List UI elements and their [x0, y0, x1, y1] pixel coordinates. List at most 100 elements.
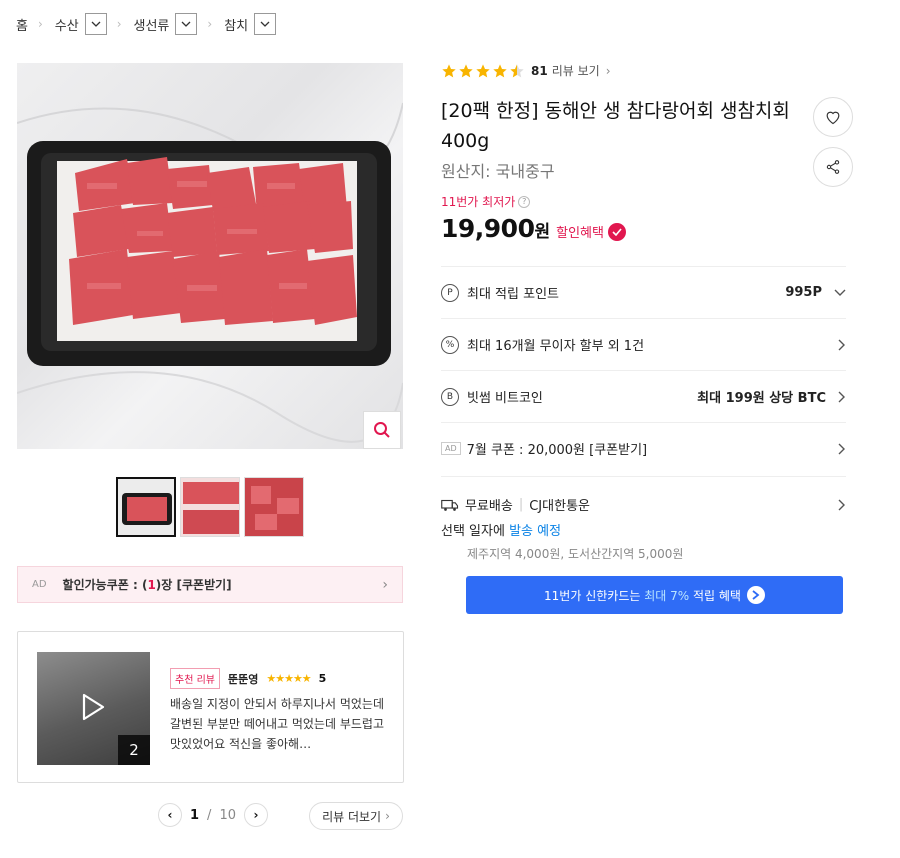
card-promo-banner[interactable]: 11번가 신한카드는 최대 7% 적립 혜택	[466, 576, 843, 614]
bitcoin-value: 최대 199원 상당 BTC	[697, 391, 826, 406]
breadcrumb-fish-label[interactable]: 생선류	[134, 15, 170, 34]
breadcrumb-fish[interactable]: 생선류	[134, 13, 198, 35]
origin-label: 원산지:	[441, 162, 491, 181]
point-icon: P	[441, 283, 459, 302]
reviewer-name: 뚠뚠영	[227, 672, 259, 686]
pager-current: 1	[190, 807, 200, 823]
question-icon[interactable]: ?	[518, 195, 531, 208]
review-link-label[interactable]: 리뷰 보기	[552, 62, 600, 79]
breadcrumb-home-label[interactable]: 홈	[16, 15, 28, 34]
review-video-thumbnail[interactable]: 2	[37, 652, 150, 765]
pager-separator: /	[207, 807, 212, 823]
review-card[interactable]: 2 추천 리뷰 뚠뚠영 ★★★★★ 5 배송일 지정이 안되서 하루지나서 먹었…	[17, 631, 404, 783]
chevron-right-icon	[838, 391, 845, 402]
points-label: 최대 적립 포인트	[467, 287, 559, 302]
card-promo-prefix: 11번가 신한카드는	[544, 588, 645, 603]
zoom-button[interactable]	[363, 411, 401, 449]
price: 19,900	[441, 214, 535, 243]
origin-value: 국내중구	[495, 162, 555, 181]
half-star-icon	[510, 63, 524, 77]
breadcrumb-seafood-label[interactable]: 수산	[55, 15, 79, 34]
ad-tag: AD	[441, 442, 461, 455]
coupon-text-suffix: )장 [쿠폰받기]	[155, 578, 232, 592]
coupon-banner[interactable]: AD 할인가능쿠폰 : (1)장 [쿠폰받기] ›	[17, 566, 403, 603]
chevron-right-icon: ›	[116, 17, 122, 31]
share-icon	[826, 160, 840, 174]
bitcoin-label: 빗썸 비트코인	[467, 391, 543, 406]
chevron-down-icon[interactable]	[84, 13, 107, 35]
recommended-badge: 추천 리뷰	[170, 668, 220, 689]
chevron-right-icon: ›	[605, 63, 611, 78]
chevron-right-icon	[838, 339, 845, 350]
chevron-right-icon: ›	[37, 17, 43, 31]
breadcrumb: 홈 › 수산 › 생선류 › 참치	[16, 12, 277, 36]
pager-total: 10	[219, 807, 236, 823]
percent-icon: %	[441, 335, 459, 354]
shipping-extra-fee: 제주지역 4,000원, 도서산간지역 5,000원	[467, 547, 684, 561]
thumbnail-2[interactable]	[180, 477, 240, 537]
arrow-right-icon	[746, 586, 765, 604]
check-icon	[607, 222, 626, 241]
shipping-info[interactable]: 무료배송 | CJ대한통운 선택 일자에 발송 예정 제주지역 4,000원, …	[441, 476, 846, 562]
breadcrumb-seafood[interactable]: 수산	[55, 13, 107, 35]
card-promo-suffix: 적립 혜택	[689, 588, 741, 603]
free-shipping-label: 무료배송	[465, 499, 513, 514]
rating-row[interactable]: 81 리뷰 보기 ›	[441, 62, 611, 79]
points-value: 995P	[785, 285, 822, 300]
review-pager: ‹ 1 / 10 ›	[158, 803, 268, 827]
review-count: 81	[531, 63, 548, 78]
coupon-label: 7월 쿠폰 : 20,000원 [쿠폰받기]	[466, 443, 648, 458]
chevron-right-icon	[838, 499, 845, 510]
tuna-tray-illustration	[17, 102, 403, 443]
info-row-points[interactable]: P 최대 적립 포인트 995P	[441, 266, 846, 318]
info-row-installment[interactable]: % 최대 16개월 무이자 할부 외 1건	[441, 318, 846, 370]
more-reviews-button[interactable]: 리뷰 더보기 ›	[309, 802, 403, 830]
thumbnail-1[interactable]	[116, 477, 176, 537]
thumbnail-strip	[116, 477, 304, 537]
breadcrumb-tuna[interactable]: 참치	[224, 13, 277, 35]
chevron-right-icon	[838, 443, 845, 454]
coupon-count: 1	[147, 578, 156, 592]
review-header: 추천 리뷰 뚠뚠영 ★★★★★ 5	[170, 668, 326, 689]
thumbnail-3[interactable]	[244, 477, 304, 537]
schedule-prefix: 선택 일자에	[441, 524, 510, 539]
chevron-right-icon: ›	[382, 576, 388, 593]
share-button[interactable]	[813, 147, 853, 187]
courier-name: CJ대한통운	[529, 499, 590, 514]
star-icon	[493, 63, 507, 77]
breadcrumb-home[interactable]: 홈	[16, 15, 28, 34]
chevron-down-icon[interactable]	[175, 13, 198, 35]
star-icon	[442, 63, 456, 77]
product-title: [20팩 한정] 동해안 생 참다랑어회 생참치회 400g	[441, 100, 790, 152]
search-icon	[374, 422, 390, 438]
card-promo-highlight: 최대 7%	[644, 588, 690, 603]
info-row-bitcoin[interactable]: B 빗썸 비트코인 최대 199원 상당 BTC	[441, 370, 846, 422]
bitcoin-icon: B	[441, 387, 459, 406]
pager-next-button[interactable]: ›	[243, 803, 268, 827]
video-count-badge: 2	[118, 735, 150, 765]
ad-tag: AD	[32, 579, 47, 590]
installment-label: 최대 16개월 무이자 할부 외 1건	[467, 339, 645, 354]
more-reviews-label: 리뷰 더보기	[322, 809, 382, 824]
chevron-down-icon[interactable]	[254, 13, 277, 35]
breadcrumb-tuna-label[interactable]: 참치	[224, 15, 248, 34]
wishlist-button[interactable]	[813, 97, 853, 137]
rating-stars	[441, 63, 525, 79]
origin-info: 원산지: 국내중구	[441, 158, 555, 182]
product-main-image	[17, 63, 403, 449]
divider: |	[518, 497, 524, 512]
price-row: 19,900 원 할인혜택	[441, 214, 626, 243]
pager-prev-button[interactable]: ‹	[158, 803, 182, 827]
shipping-line: 무료배송 | CJ대한통운	[441, 495, 846, 514]
chevron-down-icon	[834, 289, 846, 296]
discount-benefit[interactable]: 할인혜택	[556, 222, 626, 241]
heart-icon	[826, 111, 840, 125]
schedule-highlight: 발송 예정	[509, 524, 562, 539]
info-row-coupon[interactable]: AD 7월 쿠폰 : 20,000원 [쿠폰받기]	[441, 422, 846, 474]
coupon-banner-text: 할인가능쿠폰 : (1)장 [쿠폰받기]	[63, 576, 383, 593]
star-icon	[459, 63, 473, 77]
currency: 원	[534, 222, 551, 242]
chevron-right-icon: ›	[207, 17, 213, 31]
star-icon	[476, 63, 490, 77]
review-score: 5	[318, 672, 327, 685]
